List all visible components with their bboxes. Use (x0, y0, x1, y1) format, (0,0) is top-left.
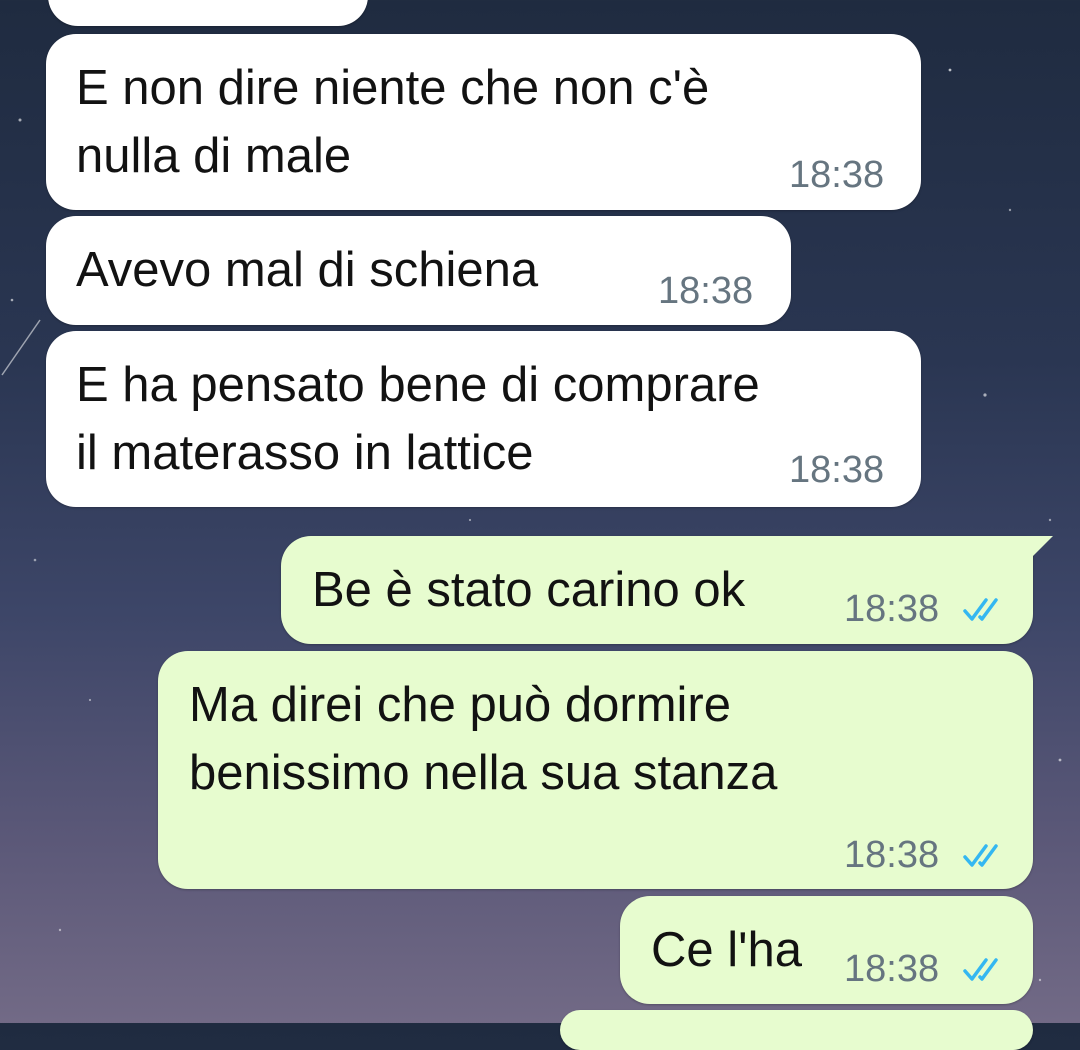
message-text-line: E non dire niente che non c'è (76, 61, 710, 115)
bubble-tail (1025, 536, 1053, 558)
incoming-message-bubble[interactable]: Avevo mal di schiena 18:38 (46, 216, 791, 325)
incoming-message-bubble[interactable]: E non dire niente che non c'è nulla di m… (46, 34, 921, 210)
message-text-line: nulla di male (76, 129, 352, 183)
message-timestamp: 18:38 (844, 948, 940, 990)
message-text-line: il materasso in lattice (76, 426, 534, 480)
outgoing-message-bubble[interactable]: Ma direi che può dormire benissimo nella… (158, 651, 1033, 889)
message-timestamp: 18:38 (844, 588, 940, 630)
message-text-line: Ce l'ha (651, 923, 802, 977)
message-text-line: E ha pensato bene di comprare (76, 358, 760, 412)
double-check-read-icon (963, 844, 998, 867)
message-timestamp: 18:38 (844, 834, 940, 876)
message-timestamp: 18:38 (658, 270, 754, 312)
message-text-line: Ma direi che può dormire (189, 678, 731, 732)
outgoing-message-bubble[interactable]: Ce l'ha 18:38 (620, 896, 1033, 1004)
message-bubble-partial[interactable] (560, 1010, 1033, 1050)
message-bubble-partial[interactable] (48, 0, 368, 26)
message-text-line: benissimo nella sua stanza (189, 746, 778, 800)
message-text-line: Be è stato carino ok (312, 563, 746, 617)
outgoing-message-bubble[interactable]: Be è stato carino ok 18:38 (281, 536, 1033, 644)
incoming-message-bubble[interactable]: E ha pensato bene di comprare il materas… (46, 331, 921, 507)
double-check-read-icon (963, 598, 998, 621)
message-timestamp: 18:38 (789, 449, 885, 491)
double-check-read-icon (963, 958, 998, 981)
message-timestamp: 18:38 (789, 154, 885, 196)
message-text-line: Avevo mal di schiena (76, 243, 539, 297)
